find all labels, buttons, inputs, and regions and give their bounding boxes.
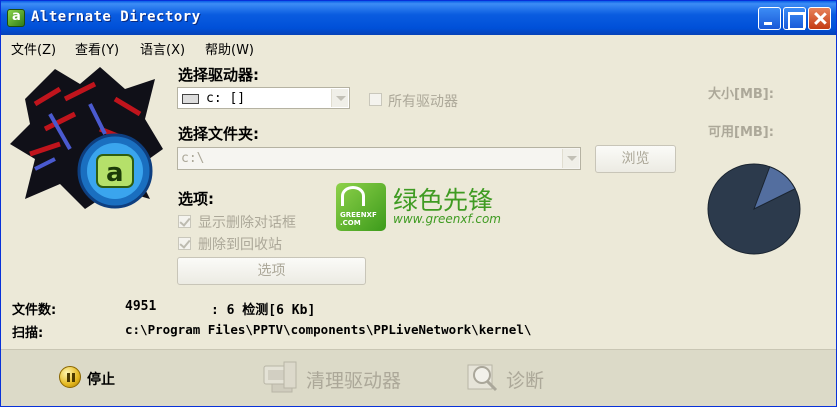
- app-logo: a: [10, 67, 163, 209]
- chevron-down-icon[interactable]: [562, 149, 579, 168]
- pause-icon[interactable]: [59, 366, 81, 388]
- app-icon: [7, 9, 25, 27]
- window-title: Alternate Directory: [31, 9, 201, 25]
- folder-select[interactable]: c:\: [177, 147, 581, 170]
- menu-bar: 文件(Z) 查看(Y) 语言(X) 帮助(W): [1, 35, 836, 58]
- options-button[interactable]: 选项: [177, 257, 366, 285]
- drive-label: 选择驱动器:: [178, 66, 259, 84]
- browse-button[interactable]: 浏览: [595, 145, 676, 173]
- all-drives-label: 所有驱动器: [388, 94, 458, 110]
- title-bar[interactable]: Alternate Directory: [1, 1, 836, 35]
- clean-drive-icon: [263, 361, 297, 393]
- free-label: 可用[MB]:: [708, 125, 774, 140]
- watermark-url: www.greenxf.com: [393, 212, 501, 226]
- show-delete-dialog-label: 显示删除对话框: [198, 215, 296, 231]
- folder-value: c:\: [181, 151, 205, 166]
- drive-value: c: []: [206, 91, 246, 106]
- menu-language[interactable]: 语言(X): [140, 39, 185, 58]
- menu-help[interactable]: 帮助(W): [205, 39, 254, 58]
- folder-label: 选择文件夹:: [178, 125, 259, 143]
- minimize-button[interactable]: [758, 7, 781, 30]
- app-window: Alternate Directory 文件(Z) 查看(Y) 语言(X) 帮助…: [0, 0, 837, 407]
- menu-view[interactable]: 查看(Y): [75, 39, 119, 58]
- stop-button[interactable]: 停止: [87, 369, 115, 389]
- disk-usage-pie: [707, 163, 801, 255]
- size-label: 大小[MB]:: [708, 87, 774, 102]
- svg-text:a: a: [106, 158, 124, 188]
- greenxf-badge-text: GREENXF .COM: [340, 211, 377, 227]
- delete-to-recycle-checkbox[interactable]: [178, 237, 191, 250]
- diagnose-icon: [467, 364, 498, 392]
- detect-text: : 6 检测[6 Kb]: [211, 303, 316, 318]
- menu-file[interactable]: 文件(Z): [11, 39, 56, 58]
- greenxf-logo: GREENXF .COM: [336, 183, 386, 231]
- maximize-button[interactable]: [783, 7, 806, 30]
- scan-label: 扫描:: [12, 326, 44, 341]
- close-button[interactable]: [808, 7, 831, 30]
- files-value: 4951: [125, 299, 157, 314]
- clean-drive-button[interactable]: 清理驱动器: [306, 366, 401, 393]
- drive-icon: [182, 94, 199, 104]
- scan-path: c:\Program Files\PPTV\components\PPLiveN…: [125, 322, 532, 337]
- all-drives-checkbox[interactable]: [369, 93, 382, 106]
- options-label: 选项:: [178, 190, 214, 208]
- action-bar: 停止 清理驱动器 诊断: [1, 349, 836, 406]
- drive-select[interactable]: c: []: [177, 87, 350, 109]
- delete-to-recycle-label: 删除到回收站: [198, 237, 282, 253]
- files-label: 文件数:: [12, 303, 57, 318]
- show-delete-dialog-checkbox[interactable]: [178, 215, 191, 228]
- chevron-down-icon[interactable]: [331, 89, 348, 107]
- diagnose-button[interactable]: 诊断: [506, 366, 544, 393]
